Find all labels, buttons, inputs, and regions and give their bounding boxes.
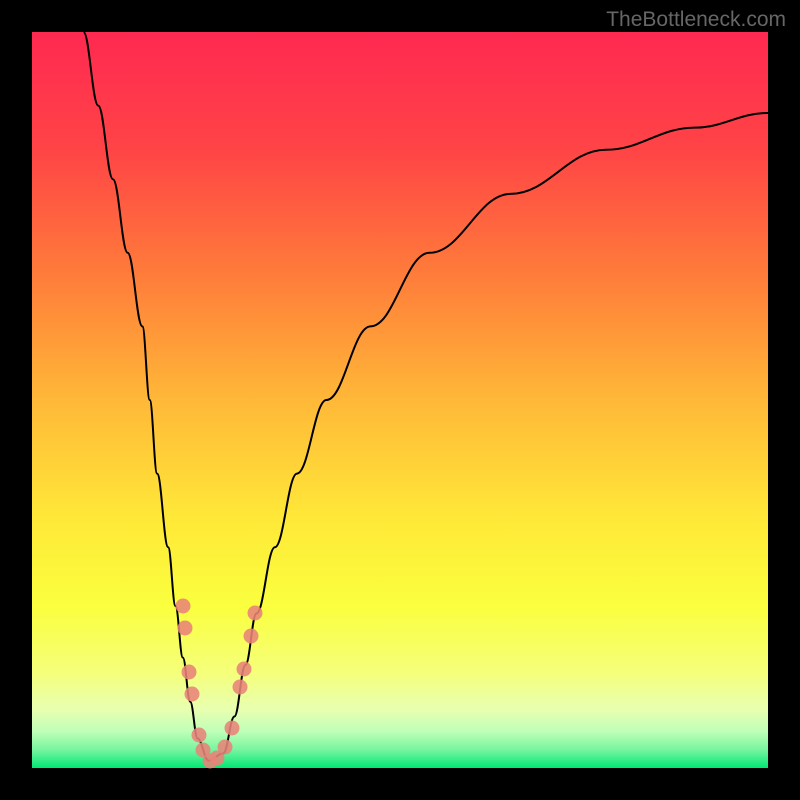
data-marker (233, 680, 248, 695)
data-marker (178, 621, 193, 636)
data-marker (175, 599, 190, 614)
data-marker (181, 665, 196, 680)
data-marker (244, 628, 259, 643)
data-marker (217, 740, 232, 755)
data-marker (236, 661, 251, 676)
data-marker (248, 606, 263, 621)
watermark-text: TheBottleneck.com (606, 8, 786, 32)
data-marker (184, 687, 199, 702)
data-marker (225, 720, 240, 735)
bottleneck-curve (32, 32, 768, 768)
chart-container (32, 32, 768, 768)
data-marker (192, 727, 207, 742)
